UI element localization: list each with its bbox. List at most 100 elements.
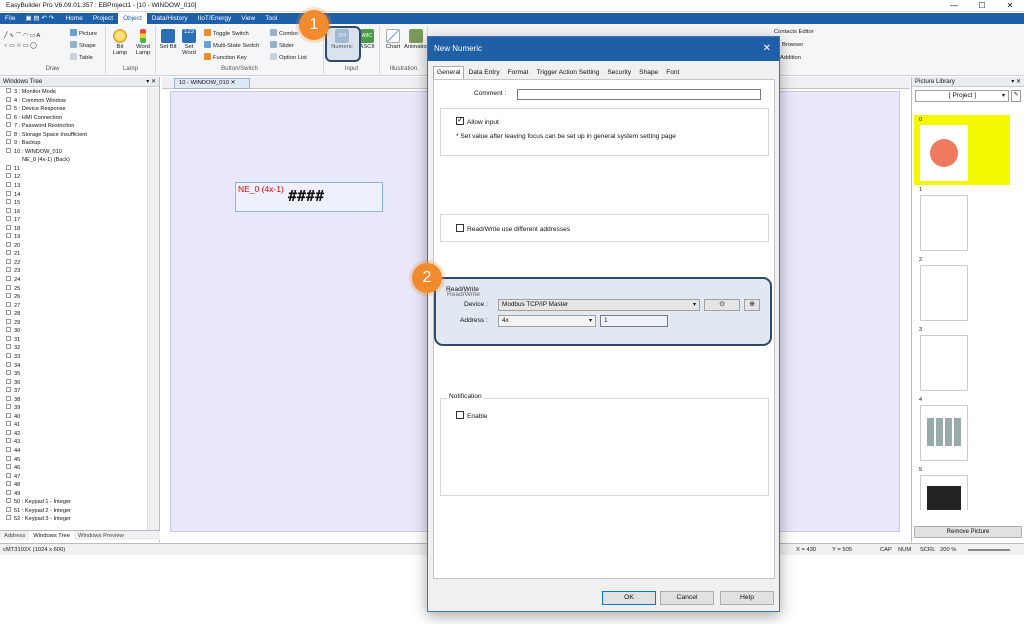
tab-windows-preview[interactable]: Windows Preview	[74, 531, 128, 540]
toggle-switch-tool[interactable]: Toggle Switch	[204, 29, 249, 37]
numeric-object[interactable]: NE_0 (4x-1) ####	[235, 182, 383, 212]
rw-different-row[interactable]: Read/Write use different addresses	[456, 224, 570, 233]
tree-item[interactable]: 32	[0, 344, 147, 353]
menu-data-history[interactable]: Data/History	[147, 13, 193, 24]
tree-item[interactable]: 27	[0, 301, 147, 311]
tree-item[interactable]: 21	[0, 250, 147, 259]
tab-address[interactable]: Address	[0, 531, 29, 540]
tree-item[interactable]: 22	[0, 258, 147, 268]
tree-item[interactable]: 25	[0, 284, 147, 294]
tree-item[interactable]: 13	[0, 182, 147, 191]
remove-picture-button[interactable]: Remove Picture	[914, 526, 1022, 538]
library-dropdown[interactable]: [ Project ] ▾	[915, 90, 1009, 102]
tree-item[interactable]: 50 : Keypad 1 - Integer	[0, 498, 147, 507]
tree-item[interactable]: 42	[0, 429, 147, 439]
tab-trigger-action[interactable]: Trigger Action Setting	[533, 66, 604, 79]
help-button[interactable]: Help	[720, 591, 774, 605]
enable-row[interactable]: Enable	[456, 411, 488, 420]
tree-item[interactable]: 38	[0, 395, 147, 405]
device-select[interactable]: Modbus TCP/IP Master ▾	[498, 299, 700, 311]
option-list-tool[interactable]: Option List	[270, 53, 307, 61]
tree-item[interactable]: 29	[0, 318, 147, 328]
library-settings-icon[interactable]: ✎	[1011, 90, 1021, 102]
word-lamp-button[interactable]: Word Lamp	[132, 29, 154, 56]
tree-item[interactable]: 8 : Storage Space Insufficient	[0, 130, 147, 140]
tree-item[interactable]: 33	[0, 352, 147, 362]
address-field[interactable]: 1	[600, 315, 668, 327]
tree-item[interactable]: 46	[0, 464, 147, 473]
tree-item[interactable]: 20	[0, 241, 147, 251]
tree-item[interactable]: 49	[0, 489, 147, 499]
menu-tool[interactable]: Tool	[260, 13, 282, 24]
thumbnail-2[interactable]: 2	[914, 255, 1010, 325]
device-settings-button[interactable]: ⊙	[704, 299, 740, 311]
tree-item[interactable]: 23	[0, 267, 147, 276]
quick-access-icons[interactable]: ▣ ▤ ↶ ↷	[20, 13, 60, 24]
allow-input-row[interactable]: Allow input	[456, 115, 499, 126]
thumbnail-3[interactable]: 3	[914, 325, 1010, 395]
set-word-button[interactable]: 123 Set Word	[178, 29, 200, 56]
tab-general[interactable]: General	[433, 66, 465, 79]
contacts-editor-tool[interactable]: Contacts Editor	[774, 29, 814, 35]
tree-item[interactable]: 5 : Device Response	[0, 105, 147, 114]
panel-controls[interactable]: ▾ ✕	[146, 77, 156, 87]
tree-item[interactable]: 48	[0, 481, 147, 490]
device-add-button[interactable]: ⊕	[744, 299, 760, 311]
menu-file[interactable]: File	[0, 13, 20, 24]
menu-object[interactable]: Object	[118, 13, 147, 24]
tree-item[interactable]: 24	[0, 276, 147, 285]
tree-item[interactable]: 37	[0, 387, 147, 396]
tree-item[interactable]: 44	[0, 446, 147, 456]
tree-item[interactable]: 52 : Keypad 3 - Integer	[0, 515, 147, 524]
tree-item[interactable]: 16	[0, 207, 147, 217]
bit-lamp-button[interactable]: Bit Lamp	[110, 29, 130, 56]
tree-item[interactable]: 36	[0, 378, 147, 388]
ok-button[interactable]: OK	[602, 591, 656, 605]
tree-item[interactable]: 41	[0, 421, 147, 430]
menu-home[interactable]: Home	[60, 13, 87, 24]
dialog-close-icon[interactable]: ✕	[763, 37, 771, 61]
minimize-button[interactable]: —	[940, 0, 968, 12]
combo-tool[interactable]: Combo	[270, 29, 298, 37]
tree-item[interactable]: 12	[0, 173, 147, 182]
tree-item[interactable]: 7 : Password Restriction	[0, 122, 147, 131]
tree-item[interactable]: 9 : Backup	[0, 139, 147, 148]
tree-scrollbar[interactable]	[147, 88, 159, 531]
thumbnail-0[interactable]: 0	[914, 115, 1010, 185]
tab-format[interactable]: Format	[504, 66, 533, 79]
chart-button[interactable]: Chart	[383, 29, 403, 50]
table-tool[interactable]: Table	[70, 53, 93, 61]
maximize-button[interactable]: ☐	[968, 0, 996, 12]
tree-item[interactable]: 39	[0, 404, 147, 413]
multi-state-switch-tool[interactable]: Multi-State Switch	[204, 41, 259, 49]
tree-item[interactable]: 31	[0, 335, 147, 345]
tree-item[interactable]: 10 : WINDOW_010	[0, 147, 147, 157]
tree-item[interactable]: 15	[0, 199, 147, 208]
draw-tools-row1[interactable]: ╱ ∿ ⌒ ◠ ▭ A	[4, 30, 40, 39]
tree-item[interactable]: 43	[0, 438, 147, 447]
tree-item[interactable]: 19	[0, 233, 147, 242]
thumbnail-5[interactable]: 5	[914, 465, 1010, 510]
tree-item[interactable]: 35	[0, 370, 147, 379]
tree-item[interactable]: 6 : HMI Connection	[0, 113, 147, 123]
addition-tool[interactable]: Addition	[780, 55, 801, 61]
animation-button[interactable]: Animation	[404, 29, 430, 50]
rw-different-checkbox[interactable]	[456, 224, 464, 232]
address-type-select[interactable]: 4x ▾	[498, 315, 596, 327]
enable-checkbox[interactable]	[456, 411, 464, 419]
tree-item[interactable]: 11	[0, 164, 147, 174]
tab-windows-tree[interactable]: Windows Tree	[29, 531, 74, 540]
panel-controls[interactable]: ▾ ✕	[1011, 77, 1021, 87]
cancel-button[interactable]: Cancel	[660, 591, 714, 605]
tree-item[interactable]: 34	[0, 361, 147, 371]
close-button[interactable]: ✕	[996, 0, 1024, 12]
tree-item[interactable]: 28	[0, 310, 147, 319]
menu-project[interactable]: Project	[88, 13, 118, 24]
menu-iiot-energy[interactable]: IIoT/Energy	[193, 13, 237, 24]
shape-tool[interactable]: Shape	[70, 41, 96, 49]
thumbnail-4[interactable]: 4	[914, 395, 1010, 465]
document-tab[interactable]: 10 - WINDOW_010 ✕	[174, 78, 250, 89]
allow-input-checkbox[interactable]	[456, 115, 464, 125]
tree-item[interactable]: 30	[0, 327, 147, 336]
tree-item[interactable]: 4 : Common Window	[0, 96, 147, 106]
